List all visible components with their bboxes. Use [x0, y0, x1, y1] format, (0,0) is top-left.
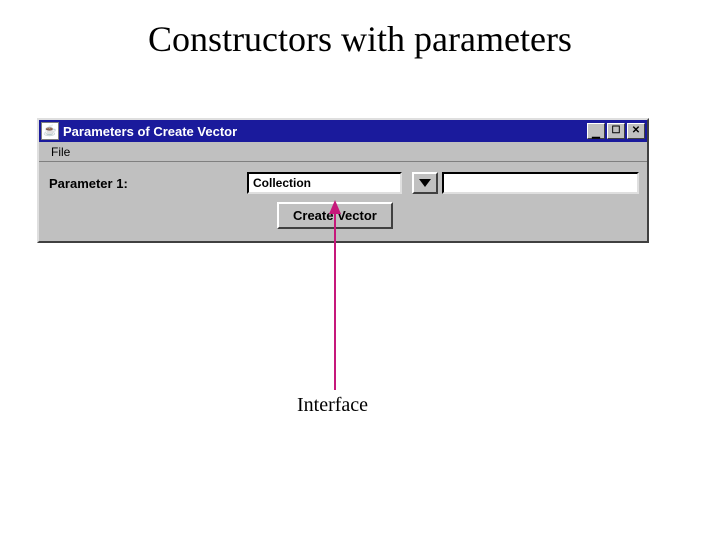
titlebar[interactable]: ☕ Parameters of Create Vector ▁ ☐ ✕	[39, 120, 647, 142]
chevron-down-icon[interactable]	[412, 172, 438, 194]
window-title: Parameters of Create Vector	[63, 124, 587, 139]
minimize-button[interactable]: ▁	[587, 123, 605, 139]
menubar: File	[39, 142, 647, 162]
annotation-interface-label: Interface	[297, 394, 368, 417]
close-button[interactable]: ✕	[627, 123, 645, 139]
parameter-1-type-combo[interactable]: Collection	[247, 172, 438, 194]
window-controls: ▁ ☐ ✕	[587, 123, 645, 139]
slide-title: Constructors with parameters	[0, 18, 720, 60]
parameter-1-value-input[interactable]	[442, 172, 639, 194]
parameter-row: Parameter 1: Collection	[47, 172, 639, 194]
menu-file[interactable]: File	[45, 143, 76, 161]
button-row: Create Vector	[47, 202, 639, 229]
client-area: Parameter 1: Collection Create Vector	[39, 162, 647, 241]
combo-value: Collection	[247, 172, 402, 194]
parameter-1-label: Parameter 1:	[47, 176, 247, 191]
dialog-window: ☕ Parameters of Create Vector ▁ ☐ ✕ File…	[37, 118, 649, 243]
maximize-button[interactable]: ☐	[607, 123, 625, 139]
create-vector-button[interactable]: Create Vector	[277, 202, 393, 229]
java-icon: ☕	[41, 122, 59, 140]
